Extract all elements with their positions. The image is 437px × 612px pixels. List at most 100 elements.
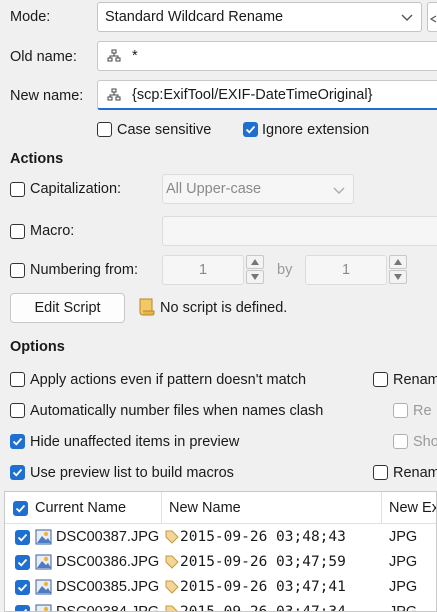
script-icon [139,298,155,316]
image-file-icon [35,529,52,545]
capitalization-label: Capitalization: [30,181,122,197]
current-name-cell: DSC00386.JPG [56,554,160,570]
pattern-tree-icon [107,49,121,62]
old-name-field[interactable]: * [97,41,437,71]
option-sho-label: Sho [413,434,437,450]
mode-label: Mode: [10,9,51,25]
old-name-value: * [132,48,138,64]
use-preview-checkbox[interactable] [10,465,25,480]
option-re-label: Re [413,403,432,419]
hide-unaffected-label: Hide unaffected items in preview [30,434,240,450]
apply-actions-checkbox[interactable] [10,372,25,387]
case-sensitive-checkbox[interactable] [97,122,112,137]
column-header-new-name[interactable]: New Name [162,492,382,524]
column-header-current-name[interactable]: Current Name [5,492,162,524]
actions-heading: Actions [10,151,64,167]
numbering-by-label: by [277,262,293,278]
new-name-label: New name: [10,88,84,104]
spin-down-icon [394,274,402,280]
new-ext-cell: JPG [389,604,418,612]
spin-down-icon [251,274,259,280]
options-heading: Options [10,339,65,355]
capitalization-checkbox[interactable] [10,182,25,197]
tag-icon [165,530,179,544]
option-sho-checkbox[interactable] [393,434,408,449]
checkmark-icon [23,608,28,611]
new-ext-cell: JPG [389,529,418,545]
table-row[interactable]: DSC00387.JPG 2015-09-26 03;48;43 JPG [5,525,436,550]
chevron-left-icon [429,15,437,23]
capitalization-value: All Upper-case [166,181,262,197]
new-name-cell: 2015-09-26 03;47;41 [180,579,346,595]
old-name-label: Old name: [10,49,77,65]
checkmark-icon [17,558,28,567]
new-name-field[interactable]: {scp:ExifTool/EXIF-DateTimeOriginal} [97,80,437,110]
spin-up-icon [251,259,259,265]
new-name-cell: 2015-09-26 03;47;59 [180,554,346,570]
numbering-from-value: 1 [198,262,208,278]
column-header-label: New Ex [389,500,437,516]
numbering-from-spinner[interactable] [246,255,264,285]
table-row[interactable]: DSC00386.JPG 2015-09-26 03;47;59 JPG [5,550,436,575]
ignore-extension-checkbox[interactable] [243,122,258,137]
checkmark-icon [17,583,28,592]
checkmark-icon [15,504,26,513]
table-row[interactable]: DSC00384.JPG 2015-09-26 03;47;34 JPG [5,600,436,612]
checkmark-icon [17,533,28,542]
select-all-checkbox[interactable] [13,501,28,516]
ignore-extension-label: Ignore extension [262,122,370,138]
new-ext-cell: JPG [389,554,418,570]
preview-grid[interactable]: Current Name New Name New Ex DSC00387.JP… [4,491,437,612]
image-file-icon [35,579,52,595]
tag-icon [165,605,178,611]
edit-script-button[interactable]: Edit Script [10,293,125,323]
pattern-tree-icon [107,88,121,101]
script-status-text: No script is defined. [160,300,288,316]
auto-number-label: Automatically number files when names cl… [30,403,324,419]
tag-icon [165,580,179,594]
numbering-checkbox[interactable] [10,263,25,278]
new-name-value: {scp:ExifTool/EXIF-DateTimeOriginal} [132,87,373,103]
row-checkbox[interactable] [15,555,30,570]
case-sensitive-label: Case sensitive [117,122,212,138]
numbering-by-spinner[interactable] [389,255,407,285]
mode-extra-button[interactable] [427,2,437,32]
chevron-down-icon [401,14,413,21]
macro-label: Macro: [30,223,75,239]
option-re-checkbox[interactable] [393,403,408,418]
capitalization-select[interactable]: All Upper-case [162,174,354,204]
numbering-by-input[interactable]: 1 [305,255,387,285]
table-row[interactable]: DSC00385.JPG 2015-09-26 03;47;41 JPG [5,575,436,600]
hide-unaffected-checkbox[interactable] [10,434,25,449]
current-name-cell: DSC00384.JPG [56,604,160,612]
column-header-label: New Name [169,500,241,516]
apply-actions-label: Apply actions even if pattern doesn't ma… [30,372,307,388]
new-name-cell: 2015-09-26 03;48;43 [180,529,346,545]
image-file-icon [35,554,52,570]
spin-up-icon [394,259,402,265]
row-checkbox[interactable] [15,580,30,595]
macro-checkbox[interactable] [10,224,25,239]
mode-select[interactable]: Standard Wildcard Rename [97,2,422,32]
checkmark-icon [12,437,23,446]
numbering-from-input[interactable]: 1 [162,255,244,285]
numbering-by-value: 1 [341,262,351,278]
rename-option-2-checkbox[interactable] [373,465,388,480]
row-checkbox[interactable] [15,605,30,611]
auto-number-checkbox[interactable] [10,403,25,418]
rename-option-1-checkbox[interactable] [373,372,388,387]
rename-option-1-label: Renam [393,372,437,388]
image-file-icon [35,604,52,611]
row-checkbox[interactable] [15,530,30,545]
use-preview-label: Use preview list to build macros [30,465,234,481]
numbering-label: Numbering from: [30,262,138,278]
macro-input[interactable] [162,216,437,246]
current-name-cell: DSC00387.JPG [56,529,160,545]
column-header-new-ext[interactable]: New Ex [382,492,437,524]
checkmark-icon [245,125,256,134]
column-header-label: Current Name [35,500,127,516]
new-name-cell: 2015-09-26 03;47;34 [180,604,346,612]
tag-icon [165,555,179,569]
rename-option-2-label: Renam [393,465,437,481]
new-ext-cell: JPG [389,579,418,595]
